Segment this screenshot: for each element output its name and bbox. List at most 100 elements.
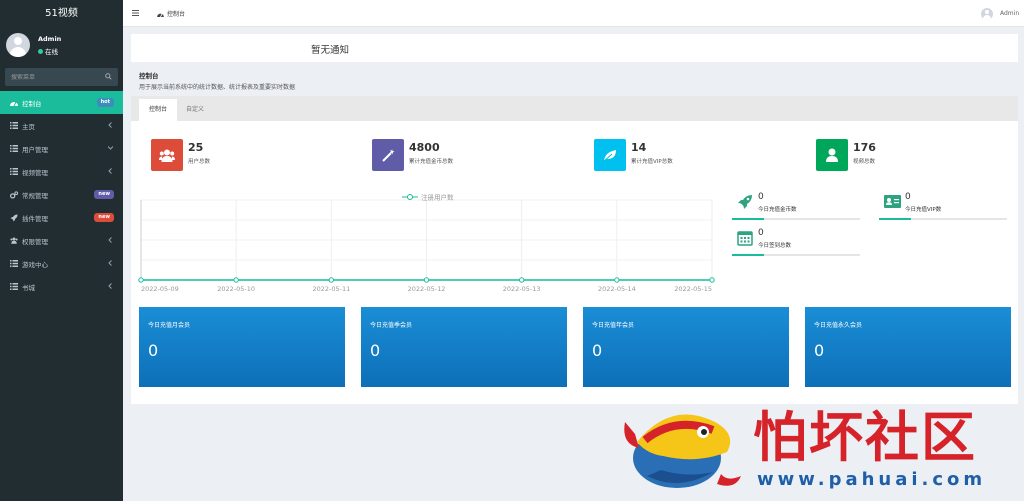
stat-value: 14 — [631, 141, 647, 154]
sidebar: 51视频 Admin 在线 控制台hot主页用户管理视频管理常规管理new插件管… — [0, 0, 123, 501]
member-card-lifetime: 今日充值永久会员 0 — [805, 307, 1011, 387]
member-card-label: 今日充值永久会员 — [814, 322, 863, 329]
chart-point[interactable] — [423, 277, 430, 283]
sidebar-item-label: 控制台 — [22, 99, 42, 108]
mini-stat-value: 0 — [758, 192, 764, 202]
sidebar-item-6[interactable]: 权限管理 — [0, 229, 123, 252]
chart-x-tick-label: 2022-05-12 — [408, 285, 446, 293]
chart-point[interactable] — [518, 277, 525, 283]
stat-label: 视频总数 — [853, 159, 876, 165]
dashboard-icon — [10, 99, 18, 107]
hamburger-menu-icon[interactable] — [132, 10, 139, 16]
leaf-icon — [594, 139, 626, 171]
stat-value: 25 — [188, 141, 204, 154]
stat-value: 4800 — [409, 141, 440, 154]
sidebar-item-0[interactable]: 控制台 hot — [0, 91, 123, 114]
watermark: 怕坏社区 www.pahuai.com — [615, 390, 1020, 498]
magic-wand-icon — [372, 139, 404, 171]
sidebar-item-3[interactable]: 视频管理 — [0, 160, 123, 183]
mini-stat-value: 0 — [758, 228, 764, 238]
chart-legend-label: 注册用户数 — [421, 192, 454, 201]
tab-custom[interactable]: 自定义 — [176, 99, 214, 121]
chart-point[interactable] — [709, 277, 715, 283]
member-card-yearly: 今日充值年会员 0 — [583, 307, 789, 387]
member-card-label: 今日充值年会员 — [592, 322, 635, 329]
list-icon — [10, 283, 18, 291]
page-title: 控制台 — [139, 72, 159, 80]
sidebar-item-1[interactable]: 主页 — [0, 114, 123, 137]
sidebar-item-2[interactable]: 用户管理 — [0, 137, 123, 160]
stat-value: 176 — [853, 141, 876, 154]
user-status-text: 在线 — [45, 48, 58, 56]
user-icon — [816, 139, 848, 171]
sidebar-user-name: Admin — [38, 35, 62, 43]
member-card-quarterly: 今日充值季会员 0 — [361, 307, 567, 387]
mini-stat-divider — [732, 254, 860, 256]
tab-dashboard[interactable]: 控制台 — [157, 9, 185, 18]
sidebar-item-4[interactable]: 常规管理 new — [0, 183, 123, 206]
list-icon — [10, 145, 18, 153]
mini-stat-divider — [879, 218, 1007, 220]
cogs-icon — [10, 190, 18, 199]
avatar — [6, 33, 30, 57]
search-input[interactable] — [11, 73, 96, 81]
top-user-name[interactable]: Admin — [1000, 10, 1019, 17]
dashboard-icon — [157, 12, 164, 17]
group-icon — [10, 237, 18, 245]
notice-text: 暂无通知 — [311, 45, 350, 56]
stat-label: 累计充值VIP总数 — [631, 159, 673, 165]
chart-x-tick-label: 2022-05-10 — [217, 285, 255, 293]
chart-point[interactable] — [233, 277, 239, 283]
menu-badge: hot — [96, 98, 114, 107]
sidebar-item-label: 插件管理 — [22, 214, 48, 223]
chart-legend-marker[interactable] — [407, 194, 413, 200]
member-card-label: 今日充值季会员 — [370, 322, 413, 329]
chart-point[interactable] — [614, 277, 620, 283]
rocket-icon — [738, 195, 752, 209]
stat-label: 累计充值金币总数 — [409, 159, 454, 165]
brand-logo[interactable]: 51视频 — [0, 0, 123, 27]
tab-console[interactable]: 控制台 — [139, 99, 178, 121]
chart-point[interactable] — [328, 277, 335, 283]
menu-badge: new — [94, 213, 114, 222]
mini-stat-divider — [732, 218, 860, 220]
watermark-text: 怕坏社区 — [753, 405, 977, 469]
search-icon[interactable] — [105, 73, 112, 80]
fish-logo-icon — [624, 414, 741, 488]
member-card-value: 0 — [148, 341, 159, 360]
member-card-value: 0 — [592, 341, 603, 360]
sidebar-search — [5, 68, 118, 86]
registered-users-chart: 2022-05-09 2022-05-10 2022-05-11 2022-05-12… — [138, 192, 715, 293]
member-card-monthly: 今日充值月会员 0 — [139, 307, 345, 387]
page-description: 用于展示当前系统中的统计数据、统计报表及重要实时数据 — [139, 84, 296, 91]
top-user-avatar[interactable] — [981, 8, 993, 20]
page-header: 控制台 用于展示当前系统中的统计数据、统计报表及重要实时数据 — [139, 70, 295, 91]
mini-stat-coins: 0 今日充值金币数 — [732, 192, 865, 222]
notice-bar: 暂无通知 — [131, 34, 1018, 62]
sidebar-item-7[interactable]: 游戏中心 — [0, 252, 123, 275]
chart-x-tick-label: 2022-05-13 — [503, 285, 541, 293]
sidebar-item-8[interactable]: 书城 — [0, 275, 123, 298]
users-icon — [151, 139, 183, 171]
chevron-left-icon — [108, 260, 112, 266]
member-card-label: 今日充值月会员 — [148, 322, 191, 329]
sidebar-menu: 控制台 hot 主页用户管理视频管理常规管理 new 插件管理 new 权限管理 游戏中心 书城 — [0, 91, 123, 298]
list-icon — [10, 122, 18, 130]
sidebar-item-5[interactable]: 插件管理 new — [0, 206, 123, 229]
sidebar-item-label: 常规管理 — [22, 191, 48, 200]
tab-dashboard-label: 控制台 — [167, 11, 186, 18]
member-card-value: 0 — [370, 341, 381, 360]
sidebar-item-label: 视频管理 — [22, 168, 48, 177]
chevron-left-icon — [108, 283, 112, 289]
chart-x-tick-label: 2022-05-14 — [598, 285, 636, 293]
chevron-left-icon — [108, 237, 112, 243]
sidebar-item-label: 主页 — [22, 122, 35, 131]
chart-x-tick-label: 2022-05-09 — [141, 285, 179, 293]
list-icon — [10, 168, 18, 176]
online-dot-icon — [38, 48, 43, 54]
top-navbar: 控制台 Admin — [123, 0, 1024, 27]
menu-badge: new — [94, 190, 114, 199]
chart-point[interactable] — [138, 277, 144, 283]
chevron-left-icon — [108, 168, 112, 174]
calendar-icon — [737, 231, 753, 246]
